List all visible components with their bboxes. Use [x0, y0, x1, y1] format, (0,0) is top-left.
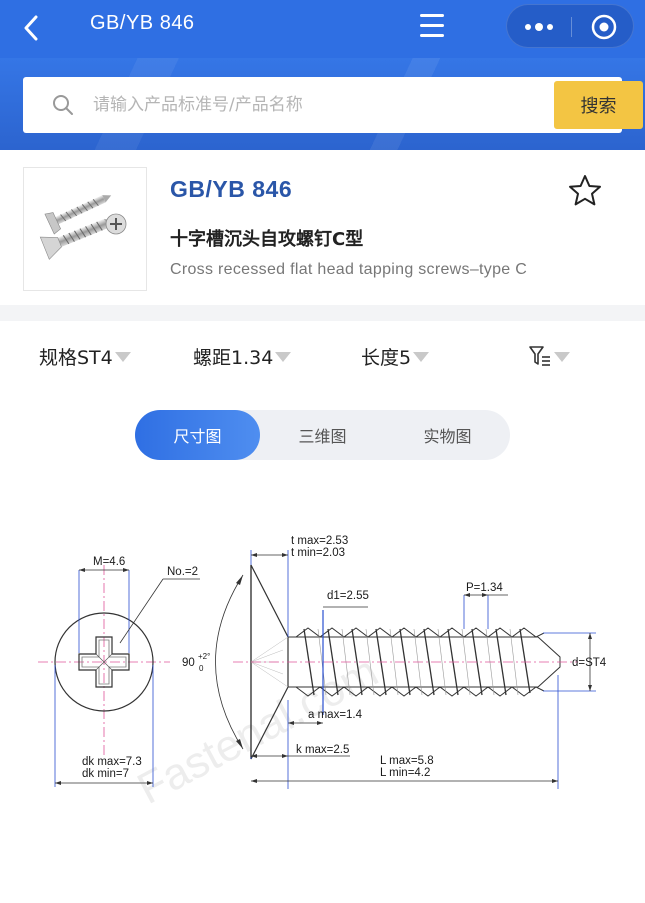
mini-program-capsule [506, 4, 634, 48]
product-code: GB/YB 846 [170, 176, 293, 202]
dim-dk-min: dk min=7 [82, 768, 129, 780]
product-thumbnail[interactable] [23, 167, 147, 291]
filter-length-label: 长度5 [361, 346, 412, 369]
dropdown-triangle-icon [554, 352, 570, 362]
product-card: GB/YB 846 十字槽沉头自攻螺钉C型 Cross recessed fla… [0, 150, 645, 305]
dim-m: M=4.6 [93, 556, 125, 568]
dim-p: P=1.34 [466, 582, 503, 594]
dimension-drawing: Fastenal.com M=4.6 No.=2 dk max=7.3 dk m… [38, 535, 607, 805]
product-name-en: Cross recessed flat head tapping screws–… [170, 261, 528, 278]
target-icon [591, 14, 616, 40]
dim-angle: 90 [182, 657, 195, 669]
dim-d1: d1=2.55 [327, 590, 369, 602]
filter-spec-label: 规格ST4 [39, 346, 113, 369]
search-input[interactable] [93, 87, 533, 123]
more-dots-icon [525, 23, 553, 31]
tab-photo[interactable]: 实物图 [385, 410, 510, 460]
filter-length[interactable]: 长度5 [361, 341, 430, 371]
dim-no: No.=2 [167, 566, 198, 578]
hamburger-icon [420, 14, 444, 37]
filter-spec[interactable]: 规格ST4 [39, 341, 131, 371]
dim-l-min: L min=4.2 [380, 767, 430, 779]
back-button[interactable] [14, 8, 48, 48]
filter-pitch[interactable]: 螺距1.34 [193, 341, 292, 371]
filter-pitch-label: 螺距1.34 [193, 346, 274, 369]
dim-dk-max: dk max=7.3 [82, 756, 142, 768]
search-icon [53, 95, 73, 115]
screw-side-view [215, 550, 596, 789]
screw-thumbnail-image [39, 195, 127, 260]
search-bar: 搜索 [23, 77, 643, 133]
page-title: GB/YB 846 [90, 12, 195, 34]
dim-angle-tol-upper: +2° [198, 652, 210, 661]
dropdown-triangle-icon [413, 352, 430, 362]
favorite-button[interactable] [566, 172, 604, 210]
search-button[interactable]: 搜索 [554, 81, 643, 129]
filter-more[interactable] [528, 341, 570, 371]
menu-button[interactable] [414, 10, 450, 42]
dropdown-triangle-icon [275, 352, 292, 362]
dim-a-max: a max=1.4 [308, 709, 363, 721]
tab-dimension-drawing[interactable]: 尺寸图 [135, 410, 260, 460]
filter-icon [529, 346, 550, 366]
app-header: GB/YB 846 请输入产品标准号/产品名称 搜索 [0, 0, 645, 150]
chevron-left-icon [24, 15, 38, 41]
dim-t-min: t min=2.03 [291, 547, 345, 559]
dim-l-max: L max=5.8 [380, 755, 434, 767]
dim-t-max: t max=2.53 [291, 535, 348, 547]
top-navigation-bar: GB/YB 846 [0, 0, 645, 56]
dim-k-max: k max=2.5 [296, 744, 349, 756]
tab-3d-model[interactable]: 三维图 [260, 410, 385, 460]
view-tabs: 尺寸图 三维图 实物图 [135, 410, 510, 460]
dropdown-triangle-icon [114, 352, 131, 362]
more-button[interactable] [507, 5, 571, 49]
dim-d: d=ST4 [572, 657, 607, 669]
section-divider [0, 305, 645, 321]
filter-bar: 规格ST4 螺距1.34 长度5 [0, 321, 645, 391]
star-outline-icon [569, 175, 601, 206]
product-name-cn: 十字槽沉头自攻螺钉C型 [170, 229, 364, 250]
close-app-button[interactable] [572, 5, 635, 49]
dim-angle-tol-lower: 0 [199, 664, 204, 673]
